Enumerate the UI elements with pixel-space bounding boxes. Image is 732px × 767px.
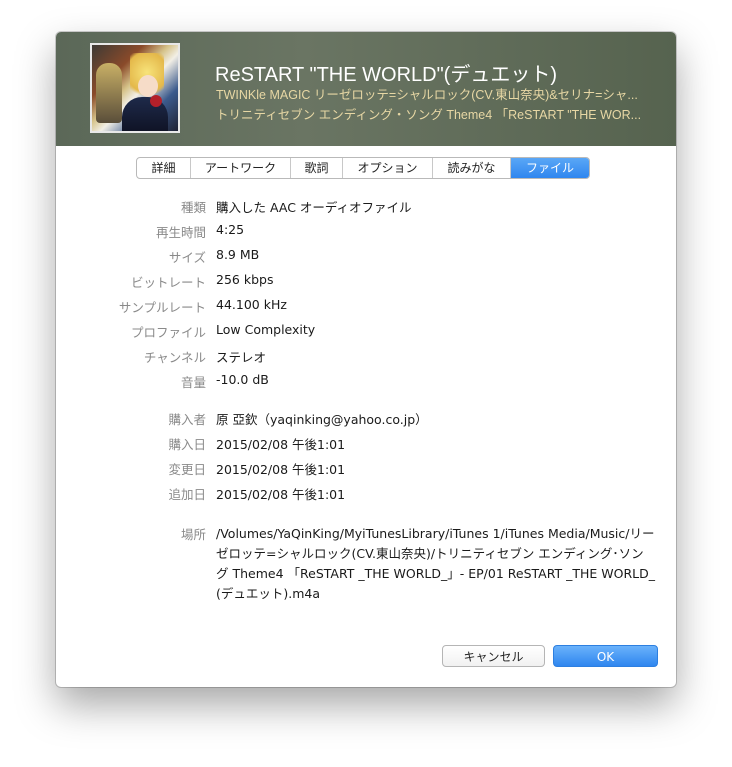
purchaser-label: 購入者 — [168, 412, 206, 427]
row-size: サイズ 8.9 MB — [56, 247, 676, 267]
location-label: 場所 — [180, 527, 206, 542]
size-label: サイズ — [168, 250, 206, 265]
samplerate-label: サンプルレート — [118, 300, 206, 315]
row-kind: 種類 購入した AAC オーディオファイル — [56, 197, 676, 217]
profile-label: プロファイル — [130, 325, 206, 340]
tab-lyrics[interactable]: 歌詞 — [291, 158, 343, 178]
bitrate-label: ビットレート — [130, 275, 206, 290]
tab-details[interactable]: 詳細 — [137, 158, 191, 178]
tab-bar: 詳細 アートワーク 歌詞 オプション 読みがな ファイル — [136, 157, 590, 179]
size-value: 8.9 MB — [216, 247, 260, 262]
row-channels: チャンネル ステレオ — [56, 347, 676, 367]
row-purchase-date: 購入日 2015/02/08 午後1:01 — [56, 434, 676, 454]
kind-label: 種類 — [180, 200, 206, 215]
row-profile: プロファイル Low Complexity — [56, 322, 676, 342]
ok-button[interactable]: OK — [553, 645, 658, 667]
album-artwork — [90, 43, 180, 133]
modified-date-label: 変更日 — [168, 462, 206, 477]
kind-value: 購入した AAC オーディオファイル — [216, 200, 412, 215]
row-modified-date: 変更日 2015/02/08 午後1:01 — [56, 459, 676, 479]
purchaser-value: 原 亞欽（yaqinking@yahoo.co.jp） — [216, 412, 428, 427]
tab-reading[interactable]: 読みがな — [433, 158, 511, 178]
cancel-button[interactable]: キャンセル — [442, 645, 545, 667]
location-value[interactable]: /Volumes/YaQinKing/MyiTunesLibrary/iTune… — [216, 524, 656, 604]
profile-value: Low Complexity — [216, 322, 316, 337]
tab-file[interactable]: ファイル — [511, 158, 589, 178]
row-duration: 再生時間 4:25 — [56, 222, 676, 242]
added-date-value: 2015/02/08 午後1:01 — [216, 487, 346, 502]
tab-artwork[interactable]: アートワーク — [191, 158, 291, 178]
row-bitrate: ビットレート 256 kbps — [56, 272, 676, 292]
volume-value: -10.0 dB — [216, 372, 269, 387]
bitrate-value: 256 kbps — [216, 272, 274, 287]
song-artist: TWINKle MAGIC リーゼロッテ=シャルロック(CV.東山奈央)&セリナ… — [216, 88, 638, 102]
volume-label: 音量 — [180, 375, 206, 390]
modified-date-value: 2015/02/08 午後1:01 — [216, 462, 346, 477]
samplerate-value: 44.100 kHz — [216, 297, 287, 312]
purchase-date-label: 購入日 — [168, 437, 206, 452]
purchase-date-value: 2015/02/08 午後1:01 — [216, 437, 346, 452]
duration-label: 再生時間 — [155, 225, 206, 240]
dialog-header: ReSTART "THE WORLD"(デュエット) TWINKle MAGIC… — [56, 32, 676, 146]
channels-label: チャンネル — [143, 350, 206, 365]
duration-value: 4:25 — [216, 222, 245, 237]
get-info-dialog: ReSTART "THE WORLD"(デュエット) TWINKle MAGIC… — [56, 32, 676, 687]
row-volume: 音量 -10.0 dB — [56, 372, 676, 392]
song-title: ReSTART "THE WORLD"(デュエット) — [215, 64, 557, 86]
row-samplerate: サンプルレート 44.100 kHz — [56, 297, 676, 317]
row-location: 場所 /Volumes/YaQinKing/MyiTunesLibrary/iT… — [56, 524, 676, 604]
added-date-label: 追加日 — [168, 487, 206, 502]
row-purchaser: 購入者 原 亞欽（yaqinking@yahoo.co.jp） — [56, 409, 676, 429]
row-added-date: 追加日 2015/02/08 午後1:01 — [56, 484, 676, 504]
song-album: トリニティセブン エンディング・ソング Theme4 「ReSTART "THE… — [216, 108, 642, 122]
channels-value: ステレオ — [216, 350, 267, 365]
tab-options[interactable]: オプション — [343, 158, 433, 178]
